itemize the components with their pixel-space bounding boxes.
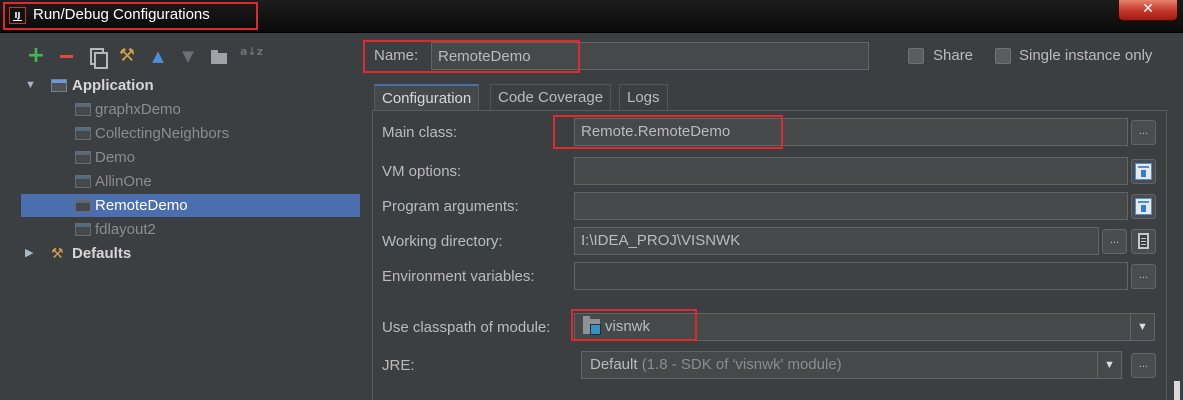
defaults-wrench-icon: ⚒ [51,245,64,261]
create-folder-button[interactable] [208,45,230,67]
tree-item-remotedemo[interactable]: RemoteDemo [21,194,360,217]
tree-node-application[interactable]: ▼ Application [21,74,360,97]
document-icon [1138,233,1149,249]
move-up-button[interactable]: ▲ [147,45,169,67]
working-directory-macro-button[interactable] [1131,229,1156,254]
vm-options-expand-button[interactable] [1131,159,1156,184]
copy-configuration-button[interactable] [86,45,108,69]
dropdown-arrow-icon[interactable]: ▼ [1130,314,1154,340]
tree-label-defaults: Defaults [72,245,132,262]
working-directory-browse-button[interactable]: ... [1102,229,1127,254]
close-window-button[interactable]: ✕ [1118,0,1178,21]
tree-item-label: graphxDemo [95,101,181,118]
config-icon [75,103,91,116]
environment-variables-edit-button[interactable]: ... [1131,264,1156,289]
tree-item-fdlayout2[interactable]: fdlayout2 [21,218,360,241]
tree-item-label: AllinOne [95,173,152,190]
tree-item-label: Demo [95,149,136,166]
tab-code-coverage[interactable]: Code Coverage [490,84,612,111]
jre-dropdown[interactable]: Default (1.8 - SDK of 'visnwk' module) ▼ [581,351,1122,379]
tree-item-collectingneighbors[interactable]: CollectingNeighbors [21,122,360,145]
config-icon [75,151,91,164]
collapse-arrow-icon[interactable]: ▶ [25,242,33,265]
jre-label: JRE: [382,357,415,374]
scrollbar-edge[interactable] [1174,381,1180,400]
name-highlight-box [363,40,580,73]
tree-item-allinone[interactable]: AllinOne [21,170,360,193]
share-checkbox[interactable] [908,48,924,64]
vm-options-field[interactable] [574,157,1128,185]
remove-configuration-button[interactable] [55,45,77,67]
classpath-module-highlight-box [571,309,697,341]
dropdown-arrow-icon[interactable]: ▼ [1097,352,1121,378]
working-directory-field[interactable]: I:\IDEA_PROJ\VISNWK [574,227,1099,255]
jre-detail-text: (1.8 - SDK of 'visnwk' module) [641,356,842,373]
edit-defaults-wrench-icon[interactable]: ⚒ [116,45,138,67]
tree-item-label: CollectingNeighbors [95,125,230,142]
tree-item-graphxdemo[interactable]: graphxDemo [21,98,360,121]
main-class-browse-button[interactable]: ... [1131,120,1156,145]
config-icon [75,175,91,188]
single-instance-checkbox[interactable] [995,48,1011,64]
add-configuration-button[interactable]: + [25,45,47,67]
jre-default-text: Default [590,356,638,373]
tree-item-label: fdlayout2 [95,221,156,238]
tree-item-demo[interactable]: Demo [21,146,360,169]
program-arguments-expand-button[interactable] [1131,194,1156,219]
move-down-button[interactable]: ▼ [177,45,199,67]
jre-browse-button[interactable]: ... [1131,353,1156,378]
tab-logs[interactable]: Logs [619,84,668,111]
vm-options-label: VM options: [382,163,462,180]
jre-value: Default (1.8 - SDK of 'visnwk' module) [590,352,842,378]
program-arguments-field[interactable] [574,192,1128,220]
title-bar: IJ Run/Debug Configurations ✕ [0,0,1183,33]
expand-arrow-icon[interactable]: ▼ [25,74,36,97]
environment-variables-label: Environment variables: [382,268,535,285]
expand-text-icon [1135,163,1152,180]
tree-node-defaults[interactable]: ▶ ⚒ Defaults [21,242,360,265]
config-icon [75,199,91,212]
config-icon [75,223,91,236]
main-class-highlight-box [553,115,783,149]
classpath-module-label: Use classpath of module: [382,319,551,336]
environment-variables-field[interactable] [574,262,1128,290]
expand-text-icon [1135,198,1152,215]
main-class-label: Main class: [382,124,458,141]
tree-label-application: Application [72,77,154,94]
application-config-icon [51,79,67,92]
tree-item-label: RemoteDemo [95,197,188,214]
single-instance-label[interactable]: Single instance only [1019,47,1152,64]
share-label[interactable]: Share [933,47,973,64]
working-directory-label: Working directory: [382,233,503,250]
sort-alphabetically-icon[interactable]: a↓z [240,45,263,67]
tab-configuration[interactable]: Configuration [374,84,480,111]
title-highlight-box [3,2,258,30]
config-icon [75,127,91,140]
program-arguments-label: Program arguments: [382,198,519,215]
